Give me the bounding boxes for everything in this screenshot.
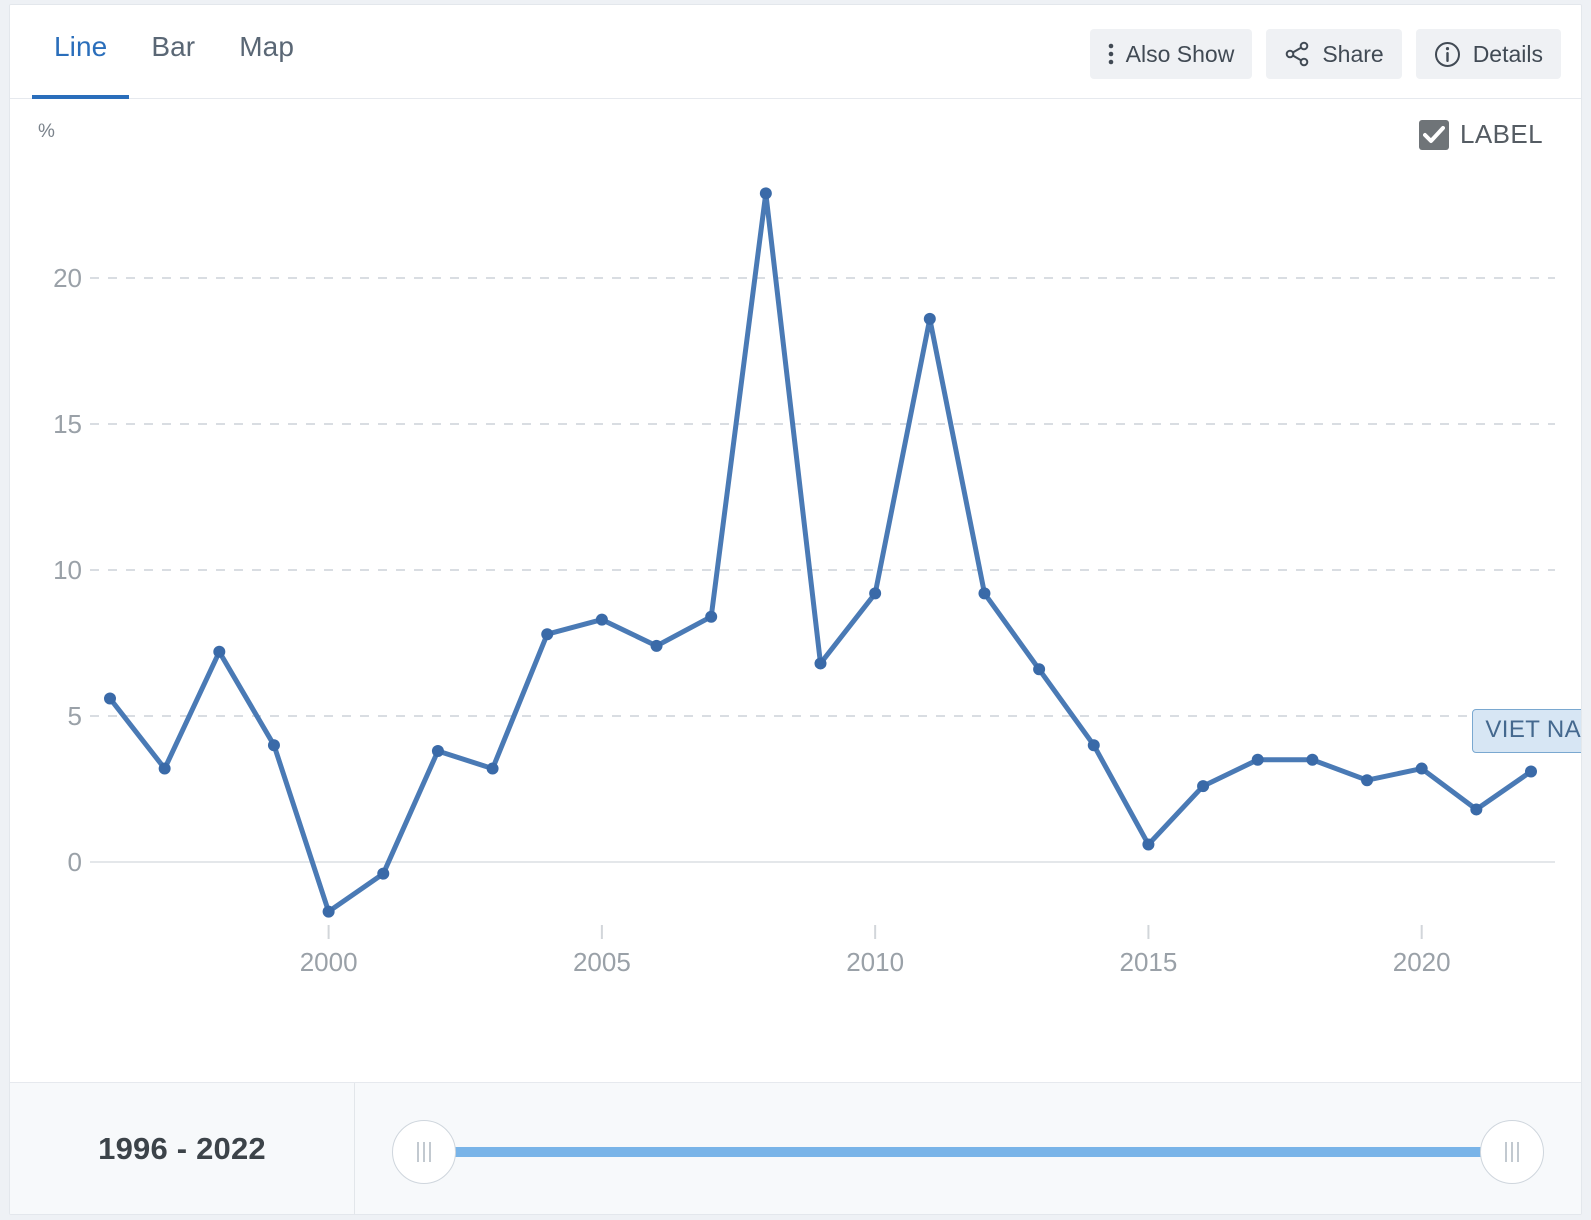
slider-handle-start[interactable] [392, 1120, 456, 1184]
data-point[interactable] [432, 745, 444, 757]
data-point[interactable] [705, 611, 717, 623]
y-axis-tick-label: 5 [68, 701, 82, 731]
tab-line[interactable]: Line [32, 5, 129, 99]
share-button[interactable]: Share [1266, 29, 1401, 79]
data-point[interactable] [1525, 765, 1537, 777]
data-point[interactable] [1033, 663, 1045, 675]
chart-card: Line Bar Map [9, 4, 1582, 1215]
y-axis-tick-label: 10 [53, 555, 82, 585]
data-point[interactable] [924, 313, 936, 325]
details-label: Details [1473, 41, 1543, 68]
data-point[interactable] [159, 763, 171, 775]
x-axis-tick-label: 2020 [1393, 947, 1451, 977]
tab-map-label: Map [239, 31, 294, 62]
data-point[interactable] [213, 646, 225, 658]
data-point[interactable] [1252, 754, 1264, 766]
range-display: 1996 - 2022 [10, 1083, 355, 1214]
x-axis-tick-label: 2015 [1120, 947, 1178, 977]
also-show-button[interactable]: Also Show [1090, 29, 1253, 79]
data-point[interactable] [268, 739, 280, 751]
data-point[interactable] [815, 657, 827, 669]
share-label: Share [1322, 41, 1383, 68]
app-root: Line Bar Map [0, 0, 1591, 1220]
tab-map[interactable]: Map [217, 5, 316, 99]
view-tabs: Line Bar Map [32, 5, 316, 99]
slider-track[interactable] [425, 1147, 1511, 1157]
data-point[interactable] [1306, 754, 1318, 766]
grip-icon [1505, 1142, 1519, 1162]
data-point[interactable] [1197, 780, 1209, 792]
x-axis-tick-label: 2010 [846, 947, 904, 977]
tab-line-label: Line [54, 31, 107, 62]
data-point[interactable] [1088, 739, 1100, 751]
series-label-viet-nam[interactable]: VIET NAM [1472, 709, 1582, 753]
series-line-viet-nam [110, 193, 1531, 911]
vertical-dots-icon [1108, 42, 1114, 66]
line-chart-svg[interactable]: 0 5 10 15 20 2000 2005 2010 2015 2020 [10, 99, 1582, 1083]
share-icon [1284, 41, 1310, 67]
data-point[interactable] [596, 614, 608, 626]
data-point[interactable] [377, 868, 389, 880]
data-point[interactable] [1142, 838, 1154, 850]
grip-icon [417, 1142, 431, 1162]
info-circle-icon [1434, 41, 1461, 68]
data-point[interactable] [1361, 774, 1373, 786]
y-axis-tick-label: 15 [53, 409, 82, 439]
data-point[interactable] [1470, 803, 1482, 815]
y-axis-tick-label: 0 [68, 847, 82, 877]
data-point[interactable] [1416, 763, 1428, 775]
time-range-footer: 1996 - 2022 [10, 1082, 1581, 1214]
slider-handle-end[interactable] [1480, 1120, 1544, 1184]
details-button[interactable]: Details [1416, 29, 1561, 79]
also-show-label: Also Show [1126, 41, 1235, 68]
data-point[interactable] [978, 587, 990, 599]
data-point[interactable] [487, 763, 499, 775]
data-point[interactable] [323, 906, 335, 918]
header-actions: Also Show Share [1090, 29, 1561, 79]
y-axis-tick-label: 20 [53, 263, 82, 293]
data-point[interactable] [104, 692, 116, 704]
tab-bar-label: Bar [151, 31, 195, 62]
time-range-slider[interactable] [355, 1083, 1581, 1214]
data-point[interactable] [869, 587, 881, 599]
chart-plot-area: % LABEL 0510152020002005201020152020 VIE… [10, 99, 1581, 1083]
data-point[interactable] [651, 640, 663, 652]
data-point[interactable] [760, 187, 772, 199]
data-point[interactable] [541, 628, 553, 640]
x-axis-tick-label: 2000 [300, 947, 358, 977]
tab-bar[interactable]: Bar [129, 5, 217, 99]
card-header: Line Bar Map [10, 5, 1581, 99]
range-text: 1996 - 2022 [98, 1131, 266, 1167]
x-axis-tick-label: 2005 [573, 947, 631, 977]
